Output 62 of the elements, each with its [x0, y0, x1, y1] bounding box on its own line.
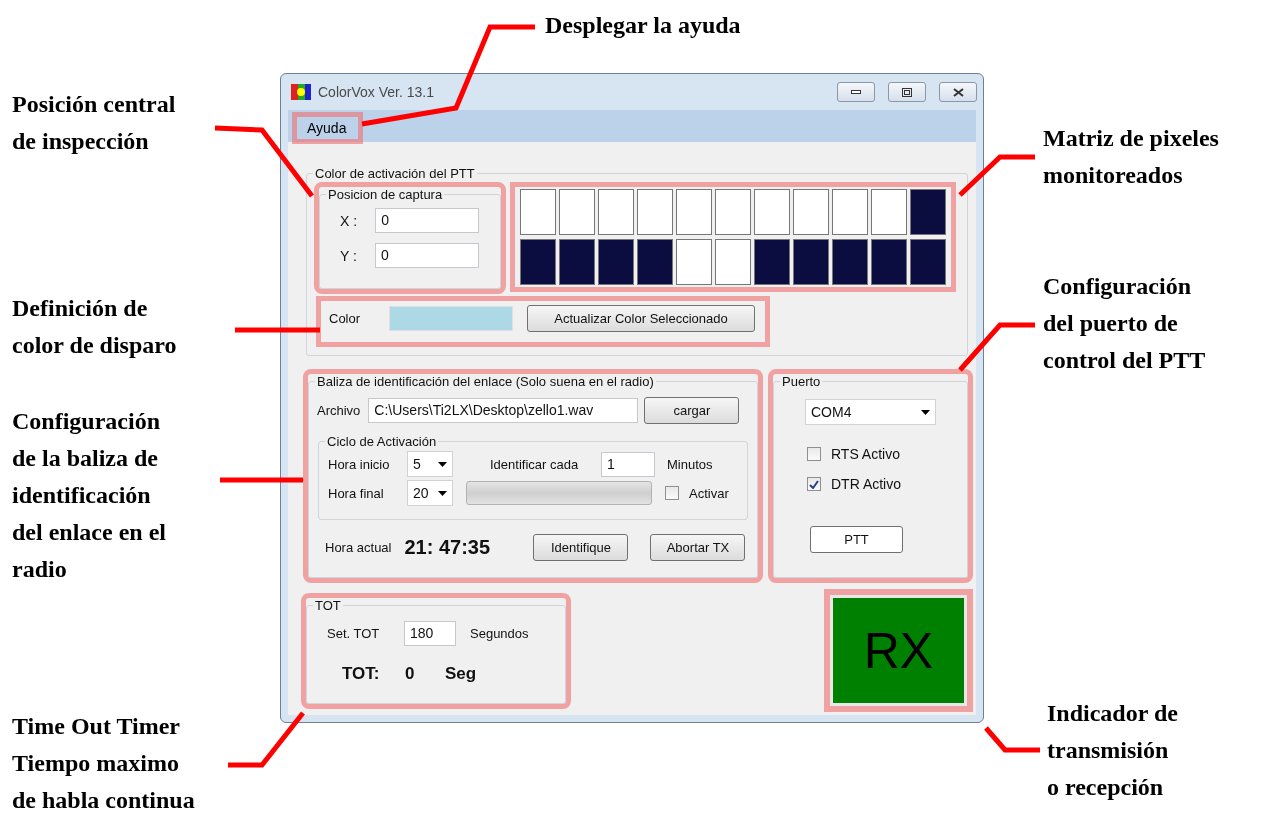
port-dropdown[interactable]: COM4: [805, 399, 936, 425]
callout-text: Indicador de transmisión o recepción: [1047, 699, 1178, 802]
unit-label: Segundos: [470, 626, 529, 641]
abort-button[interactable]: Abortar TX: [650, 534, 746, 561]
group-title: Color de activación del PTT: [314, 166, 476, 181]
checkbox[interactable]: [807, 477, 821, 491]
group-title: TOT: [314, 598, 342, 613]
input-field[interactable]: 180: [404, 621, 456, 646]
field-label: Hora inicio: [328, 456, 391, 472]
callout-text: Configuración de la baliza de identificación del enlace en el radio: [12, 407, 166, 584]
file-path-field[interactable]: C:\Users\Ti2LX\Desktop\zello1.wav: [368, 398, 639, 423]
hour-dropdown[interactable]: 5: [407, 451, 453, 477]
window-title: ColorVox Ver. 13.1: [318, 84, 435, 100]
caret-icon: [921, 409, 930, 415]
input-field[interactable]: 0: [375, 208, 480, 233]
maximize-button[interactable]: [888, 82, 926, 102]
field-label: Color: [329, 311, 362, 326]
field-label: Hora final: [328, 485, 385, 501]
input-field[interactable]: 0: [374, 243, 479, 268]
unit-label: Minutos: [667, 456, 713, 472]
app-logo-icon: [291, 84, 311, 100]
callout-text: Posición central de inspección: [12, 90, 176, 156]
field-label: Set. TOT: [327, 626, 381, 641]
field-label: Y :: [340, 247, 357, 264]
maximize-icon: [902, 87, 912, 97]
leader-line: [984, 726, 1040, 753]
callout-text: Desplegar la ayuda: [545, 11, 741, 40]
checkbox[interactable]: [807, 447, 821, 461]
counter-unit: Seg: [445, 664, 477, 684]
checkmark-icon: [809, 479, 819, 489]
field-label: Identificar cada: [490, 456, 580, 472]
checkbox-label: Activar: [689, 485, 729, 501]
checkbox[interactable]: [665, 486, 679, 500]
identify-button[interactable]: Identifique: [533, 534, 629, 561]
group-title: Baliza de identificación del enlace (Solo suena en el radio): [316, 374, 655, 389]
callout-text: Configuración del puerto de control del PTT: [1043, 272, 1206, 375]
counter-value: 0: [405, 664, 416, 684]
minimize-icon: [851, 90, 861, 94]
ptt-button[interactable]: PTT: [810, 526, 903, 553]
close-button[interactable]: [939, 82, 977, 102]
hour-dropdown[interactable]: 20: [407, 480, 453, 506]
field-label: Hora actual: [325, 540, 392, 555]
group-title: Ciclo de Activación: [326, 434, 438, 449]
callout-text: Time Out Timer Tiempo maximo de habla continua: [12, 712, 195, 813]
input-field[interactable]: 1: [601, 451, 655, 477]
minimize-button[interactable]: [837, 82, 875, 102]
menu-item[interactable]: Ayuda: [292, 112, 364, 144]
caret-icon: [438, 461, 447, 467]
update-color-button[interactable]: Actualizar Color Seleccionado: [527, 305, 755, 332]
group-title: Puerto: [781, 374, 822, 389]
callout-text: Definición de color de disparo: [12, 294, 177, 360]
checkbox-label: RTS Activo: [831, 446, 900, 462]
group-title: Posicion de captura: [327, 187, 444, 202]
checkbox-label: DTR Activo: [831, 476, 901, 492]
counter-label: TOT:: [342, 664, 381, 684]
field-label: Archivo: [317, 403, 361, 418]
callout-text: Matriz de pixeles monitoreados: [1043, 124, 1219, 190]
close-icon: [952, 87, 964, 97]
load-button[interactable]: cargar: [644, 397, 740, 424]
clock-text: 21: 47:35: [404, 536, 492, 559]
caret-icon: [438, 490, 447, 496]
field-label: X :: [340, 212, 358, 229]
